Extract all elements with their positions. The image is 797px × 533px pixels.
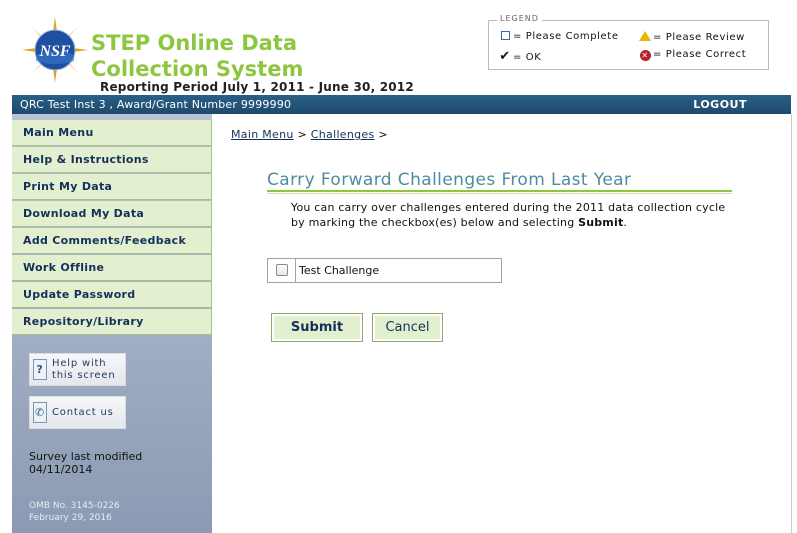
test-challenge-checkbox[interactable] <box>276 264 288 276</box>
challenge-row: Test Challenge <box>267 258 502 283</box>
legend-box: LEGEND = Please Complete ✔ = OK = Please … <box>488 14 769 70</box>
submit-button[interactable]: Submit <box>271 313 363 342</box>
svg-text:NSF: NSF <box>38 43 70 60</box>
sidebar-item-print-my-data[interactable]: Print My Data <box>12 174 212 200</box>
phone-icon: ✆ <box>33 402 47 423</box>
breadcrumb: Main Menu > Challenges > <box>231 128 388 141</box>
legend-please-complete: = Please Complete <box>499 31 619 42</box>
legend-ok: ✔ = OK <box>499 49 542 64</box>
warning-icon <box>639 31 651 41</box>
error-x-icon: ✕ <box>639 50 651 61</box>
checkmark-icon: ✔ <box>499 49 511 64</box>
sidebar-item-update-password[interactable]: Update Password <box>12 282 212 308</box>
help-with-screen-button[interactable]: ? Help with this screen <box>29 353 126 386</box>
sidebar-item-add-comments[interactable]: Add Comments/Feedback <box>12 228 212 254</box>
page-title: Carry Forward Challenges From Last Year <box>267 170 632 190</box>
survey-last-modified: Survey last modified 04/11/2014 <box>29 450 143 476</box>
nsf-logo: NSF <box>22 17 88 83</box>
contact-us-button[interactable]: ✆ Contact us <box>29 396 126 429</box>
legend-please-review: = Please Review <box>639 31 745 43</box>
institution-bar: QRC Test Inst 3 , Award/Grant Number 999… <box>12 95 791 114</box>
challenge-label: Test Challenge <box>299 264 380 277</box>
sidebar: Main Menu Help & Instructions Print My D… <box>12 114 212 533</box>
logout-link[interactable]: LOGOUT <box>693 98 747 111</box>
sidebar-item-work-offline[interactable]: Work Offline <box>12 255 212 281</box>
instructions-text: You can carry over challenges entered du… <box>291 201 726 229</box>
institution-info: QRC Test Inst 3 , Award/Grant Number 999… <box>20 98 292 111</box>
help-line-2: this screen <box>52 370 116 381</box>
contact-us-label: Contact us <box>52 407 114 418</box>
sidebar-item-help-instructions[interactable]: Help & Instructions <box>12 147 212 173</box>
app-title: STEP Online Data Collection System <box>91 31 304 81</box>
legend-please-correct: ✕ = Please Correct <box>639 49 747 61</box>
sidebar-item-repository-library[interactable]: Repository/Library <box>12 309 212 335</box>
reporting-period: Reporting Period July 1, 2011 - June 30,… <box>100 80 414 94</box>
omb-number: OMB No. 3145-0226 February 29, 2016 <box>29 501 120 523</box>
breadcrumb-main-menu[interactable]: Main Menu <box>231 128 294 141</box>
title-divider <box>267 190 732 192</box>
empty-square-icon <box>500 31 510 40</box>
content-border <box>791 114 792 533</box>
help-line-1: Help with <box>52 358 107 369</box>
question-mark-icon: ? <box>33 359 47 380</box>
cancel-button[interactable]: Cancel <box>372 313 443 342</box>
breadcrumb-challenges[interactable]: Challenges <box>311 128 375 141</box>
page-header: NSF STEP Online Data Collection System R… <box>0 0 797 95</box>
sidebar-item-main-menu[interactable]: Main Menu <box>12 120 212 146</box>
legend-title: LEGEND <box>497 14 542 23</box>
sidebar-item-download-my-data[interactable]: Download My Data <box>12 201 212 227</box>
